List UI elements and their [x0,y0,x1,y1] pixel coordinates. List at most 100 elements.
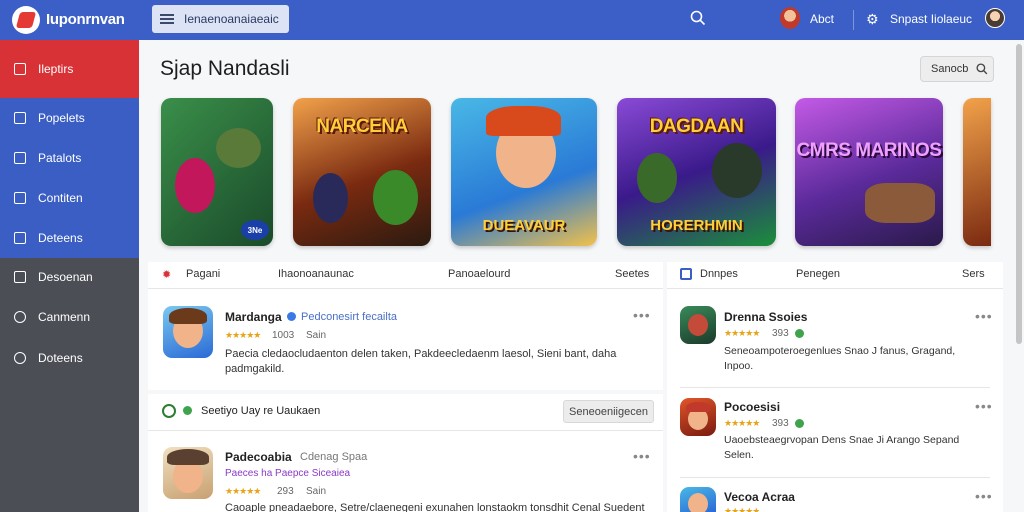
featured-tabs: ✹ Pagani Ihaonoanaunac Panoaelourd Seete… [148,262,663,288]
more-options-icon[interactable]: ••• [975,488,993,504]
game-banner[interactable]: 3Ne [161,98,273,246]
brand-name: Iuponrnvan [46,11,125,28]
app-publisher[interactable]: Pedconesirt fecailta [301,311,397,323]
character-art [688,493,708,512]
star-rating-icon: ★★★★★ [225,330,261,340]
sidebar-item-label: Desoenan [38,270,93,284]
app-name[interactable]: Pocoesisi [724,400,780,414]
app-icon[interactable] [680,487,716,512]
chart-icon [14,152,26,164]
app-icon[interactable] [680,306,716,344]
app-name[interactable]: Vecoa Acraa [724,490,795,504]
banner-title: NARCENA [316,116,408,137]
globe-icon [14,352,26,364]
game-banner[interactable]: DUEAVAUR [451,98,597,246]
hamburger-icon [160,14,174,24]
more-options-icon[interactable]: ••• [975,308,993,324]
game-banner[interactable]: DAGDAAN HORERHMIN [617,98,776,246]
star-rating-icon: ★★★★★ [724,418,760,428]
divider [680,477,990,478]
app-description: Caoaple pneadaebore, Setre/claenegeni ex… [225,502,645,512]
section-title: Seetiyo Uay re Uaukaen [201,405,321,417]
app-icon[interactable] [163,306,213,358]
app-tags: Paeces ha Paepce Siceaiea [225,468,351,479]
sidebar-item-label: Patalots [38,151,82,165]
game-banner-partial[interactable] [963,98,991,246]
divider [667,288,1003,289]
grid-icon [14,63,26,75]
rating-suffix: Sain [306,330,327,341]
character-art [637,153,677,203]
app-name[interactable]: Drenna Ssoies [724,310,807,324]
menu-search-button[interactable]: Ienaenoanaiaeaic [152,5,289,33]
sidebar-item-0[interactable]: Ileptirs [0,40,139,98]
search-icon [976,63,988,75]
rating-count: 293 [277,486,294,497]
section-action-button[interactable]: Seneoeniigecen [563,400,654,423]
app-name[interactable]: Padecoabia [225,450,292,464]
banner-badge: 3Ne [241,220,269,240]
game-banner[interactable]: CMRS MARINOS [795,98,943,246]
banner-art [795,98,943,246]
sidebar-item-label: Deteens [38,231,83,245]
star-rating-icon: ★★★★★ [724,506,760,512]
app-name[interactable]: Mardanga [225,310,282,324]
app-icon[interactable] [163,447,213,499]
game-banner[interactable]: NARCENA [293,98,431,246]
search-icon[interactable] [690,10,706,26]
status-dot-icon [183,406,192,415]
sidebar-item-7[interactable]: Doteens [0,338,139,378]
sidebar-item-5[interactable]: Desoenan [0,257,139,297]
sidebar-item-label: Ileptirs [38,62,74,76]
user-avatar[interactable] [780,7,800,29]
sidebar-item-4[interactable]: Deteens [0,218,139,258]
tab-fourth[interactable]: Seetes [615,268,649,280]
box-icon [14,271,26,283]
user-name[interactable]: Abct [810,12,834,26]
sidebar: Ileptirs Popelets Patalots Contiten Dete… [0,40,139,512]
list-icon [14,192,26,204]
character-art [175,158,215,213]
sidebar-item-2[interactable]: Patalots [0,138,139,178]
profile-avatar[interactable] [985,8,1005,28]
bell-icon [14,112,26,124]
more-options-icon[interactable]: ••• [633,448,651,464]
lock-icon [14,232,26,244]
character-hat-art [486,106,561,136]
more-options-icon[interactable]: ••• [975,398,993,414]
tab-sers[interactable]: Sers [962,268,985,280]
app-publisher[interactable]: Cdenag Spaa [300,451,367,463]
section-badge-icon [162,404,176,418]
search-button[interactable]: Sanocb [920,56,994,82]
page-title: Sjap Nandasli [160,57,290,80]
more-options-icon[interactable]: ••• [633,307,651,323]
tab-third[interactable]: Panoaelourd [448,268,510,280]
tab-pagani[interactable]: Pagani [186,268,220,280]
settings-icon[interactable]: ⚙ [866,11,879,28]
verified-icon [287,312,296,321]
banner-subtitle: HORERHMIN [650,217,743,234]
page-scrollbar[interactable] [1016,44,1022,344]
banner-subtitle: DUEAVAUR [482,217,566,234]
rating-count: 1003 [272,330,295,341]
rating-count: 393 [772,418,789,429]
banner-title: CMRS MARINOS [796,140,942,161]
sidebar-item-3[interactable]: Contiten [0,178,139,218]
account-menu-label[interactable]: Snpast Iiolaeuc [890,12,972,26]
tab-second[interactable]: Ihaonoanaunac [278,268,354,280]
check-icon [680,268,692,280]
tab-dnnpes[interactable]: Dnnpes [700,268,738,280]
sidebar-item-6[interactable]: Canmenn [0,297,139,337]
rating-suffix: Sain [306,486,327,497]
search-button-label: Sanocb [931,63,969,75]
menu-search-label: Ienaenoanaiaeaic [184,12,279,26]
app-logo[interactable] [12,6,40,34]
app-description: Uaoebsteaegrvopan Dens Snae Ji Arango Se… [724,434,960,461]
sidebar-item-label: Popelets [38,111,85,125]
verified-icon [795,329,804,338]
sidebar-item-1[interactable]: Popelets [0,98,139,138]
sidebar-item-label: Canmenn [38,310,91,324]
character-hat-art [686,402,710,412]
tab-penegen[interactable]: Penegen [796,268,840,280]
app-icon[interactable] [680,398,716,436]
